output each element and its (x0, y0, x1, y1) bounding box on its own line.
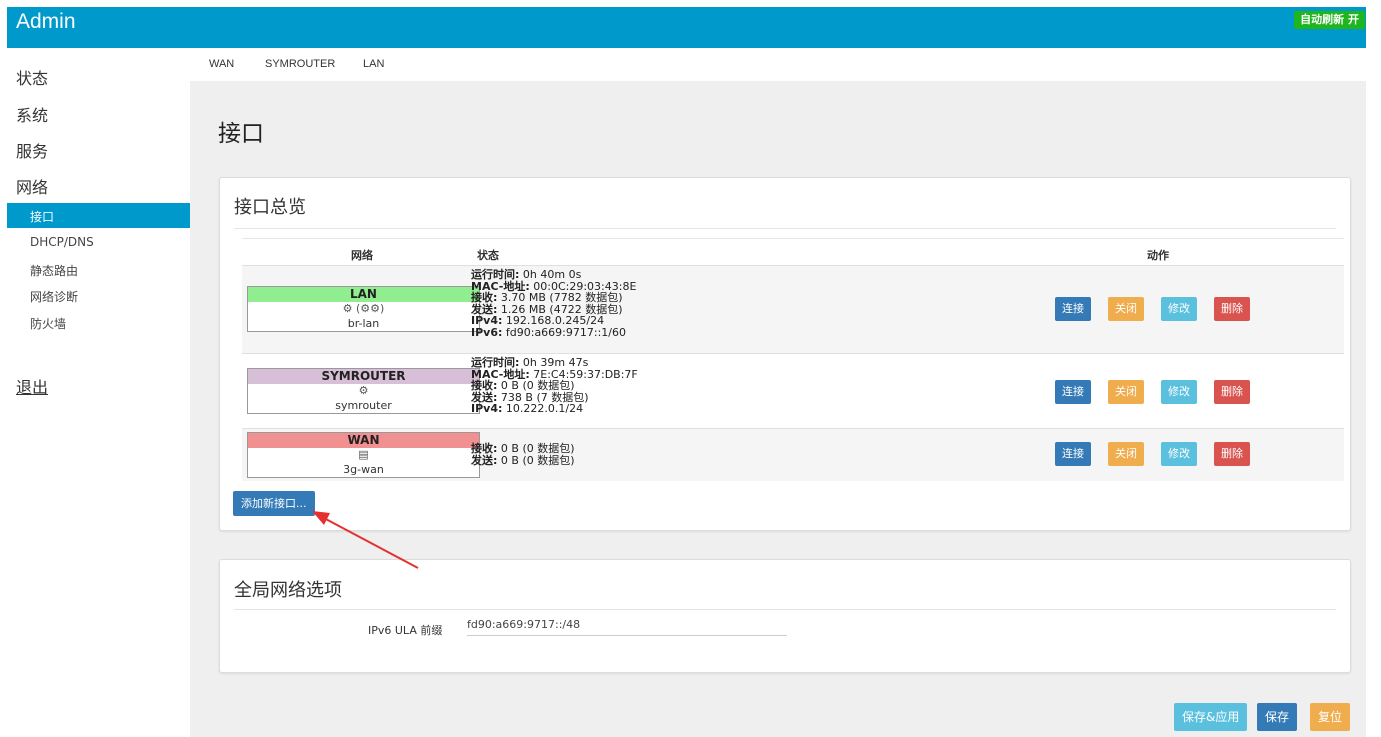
connect-button[interactable]: 连接 (1055, 442, 1091, 466)
interface-name: WAN (248, 433, 479, 448)
stop-button[interactable]: 关闭 (1108, 297, 1144, 321)
sidebar-item-diagnostics[interactable]: 网络诊断 (30, 288, 78, 305)
col-network: 网络 (351, 249, 373, 262)
ula-prefix-label: IPv6 ULA 前缀 (368, 624, 443, 637)
tab-wan[interactable]: WAN (209, 58, 234, 70)
sidebar-item-firewall[interactable]: 防火墙 (30, 315, 66, 332)
table-header: 网络 状态 动作 (242, 238, 1344, 265)
ula-prefix-input[interactable] (467, 614, 787, 636)
overview-divider (234, 228, 1336, 229)
sidebar-item-static-routes[interactable]: 静态路由 (30, 262, 78, 279)
modem-icon: ▤ (358, 448, 369, 461)
interface-name: SYMROUTER (248, 369, 479, 384)
sidebar-item-services[interactable]: 服务 (16, 138, 48, 162)
save-button[interactable]: 保存 (1257, 703, 1298, 731)
col-status: 状态 (477, 249, 499, 262)
interface-badge-symrouter[interactable]: SYMROUTER ⚙ symrouter (247, 368, 480, 414)
connect-button[interactable]: 连接 (1055, 297, 1091, 321)
interface-status: 运行时间: 0h 40m 0s MAC-地址: 00:0C:29:03:43:8… (471, 268, 637, 339)
auto-refresh-toggle[interactable]: 自动刷新 开 (1294, 11, 1365, 29)
reset-button[interactable]: 复位 (1310, 703, 1351, 731)
sidebar-item-network[interactable]: 网络 (16, 174, 48, 198)
table-row: LAN ⚙ (⚙⚙) br-lan 运行时间: 0h 40m 0s MAC-地址… (242, 265, 1344, 353)
brand-title[interactable]: Admin (16, 10, 76, 34)
delete-button[interactable]: 删除 (1214, 297, 1250, 321)
logout-link[interactable]: 退出 (16, 374, 48, 398)
edit-button[interactable]: 修改 (1161, 297, 1197, 321)
overview-title: 接口总览 (234, 197, 306, 218)
sidebar-item-status[interactable]: 状态 (16, 65, 48, 89)
stop-button[interactable]: 关闭 (1108, 442, 1144, 466)
col-actions: 动作 (1147, 249, 1169, 262)
sidebar-item-interfaces[interactable]: 接口 (7, 203, 190, 228)
connect-button[interactable]: 连接 (1055, 380, 1091, 404)
interface-overview-panel: 接口总览 网络 状态 动作 LAN ⚙ (⚙⚙) br-lan 运行时间: 0h… (219, 177, 1351, 531)
global-options-title: 全局网络选项 (234, 580, 342, 601)
sidebar-item-dhcp-dns[interactable]: DHCP/DNS (30, 235, 94, 249)
tab-lan[interactable]: LAN (363, 58, 384, 70)
edit-button[interactable]: 修改 (1161, 442, 1197, 466)
interface-name: LAN (248, 287, 479, 302)
delete-button[interactable]: 删除 (1214, 442, 1250, 466)
stop-button[interactable]: 关闭 (1108, 380, 1144, 404)
interface-device: symrouter (335, 399, 392, 412)
sidebar-item-system[interactable]: 系统 (16, 102, 48, 126)
save-apply-button[interactable]: 保存&应用 (1174, 703, 1248, 731)
top-header: Admin 自动刷新 开 (7, 7, 1366, 48)
sidebar-item-label: 接口 (30, 210, 55, 224)
annotation-arrow (312, 511, 419, 569)
tab-symrouter[interactable]: SYMROUTER (265, 58, 335, 70)
delete-button[interactable]: 删除 (1214, 380, 1250, 404)
interface-badge-lan[interactable]: LAN ⚙ (⚙⚙) br-lan (247, 286, 480, 332)
network-icon: ⚙ (⚙⚙) (342, 302, 385, 315)
page-title: 接口 (218, 121, 264, 147)
network-icon: ⚙ (358, 384, 369, 397)
global-options-divider (234, 609, 1336, 610)
interface-status: 运行时间: 0h 39m 47s MAC-地址: 7E:C4:59:37:DB:… (471, 356, 638, 415)
table-row: WAN ▤ 3g-wan 接收: 0 B (0 数据包) 发送: 0 B (0 … (242, 428, 1344, 481)
main-content: 接口 接口总览 网络 状态 动作 LAN ⚙ (⚙⚙) br-lan 运行时间:… (190, 81, 1366, 737)
interface-device: 3g-wan (343, 463, 384, 476)
interface-badge-wan[interactable]: WAN ▤ 3g-wan (247, 432, 480, 478)
interface-status: 接收: 0 B (0 数据包) 发送: 0 B (0 数据包) (471, 442, 575, 467)
edit-button[interactable]: 修改 (1161, 380, 1197, 404)
interface-tabs: WAN SYMROUTER LAN (190, 48, 1366, 81)
global-options-panel: 全局网络选项 IPv6 ULA 前缀 (219, 559, 1351, 673)
table-row: SYMROUTER ⚙ symrouter 运行时间: 0h 39m 47s M… (242, 353, 1344, 428)
interface-device: br-lan (347, 317, 380, 330)
